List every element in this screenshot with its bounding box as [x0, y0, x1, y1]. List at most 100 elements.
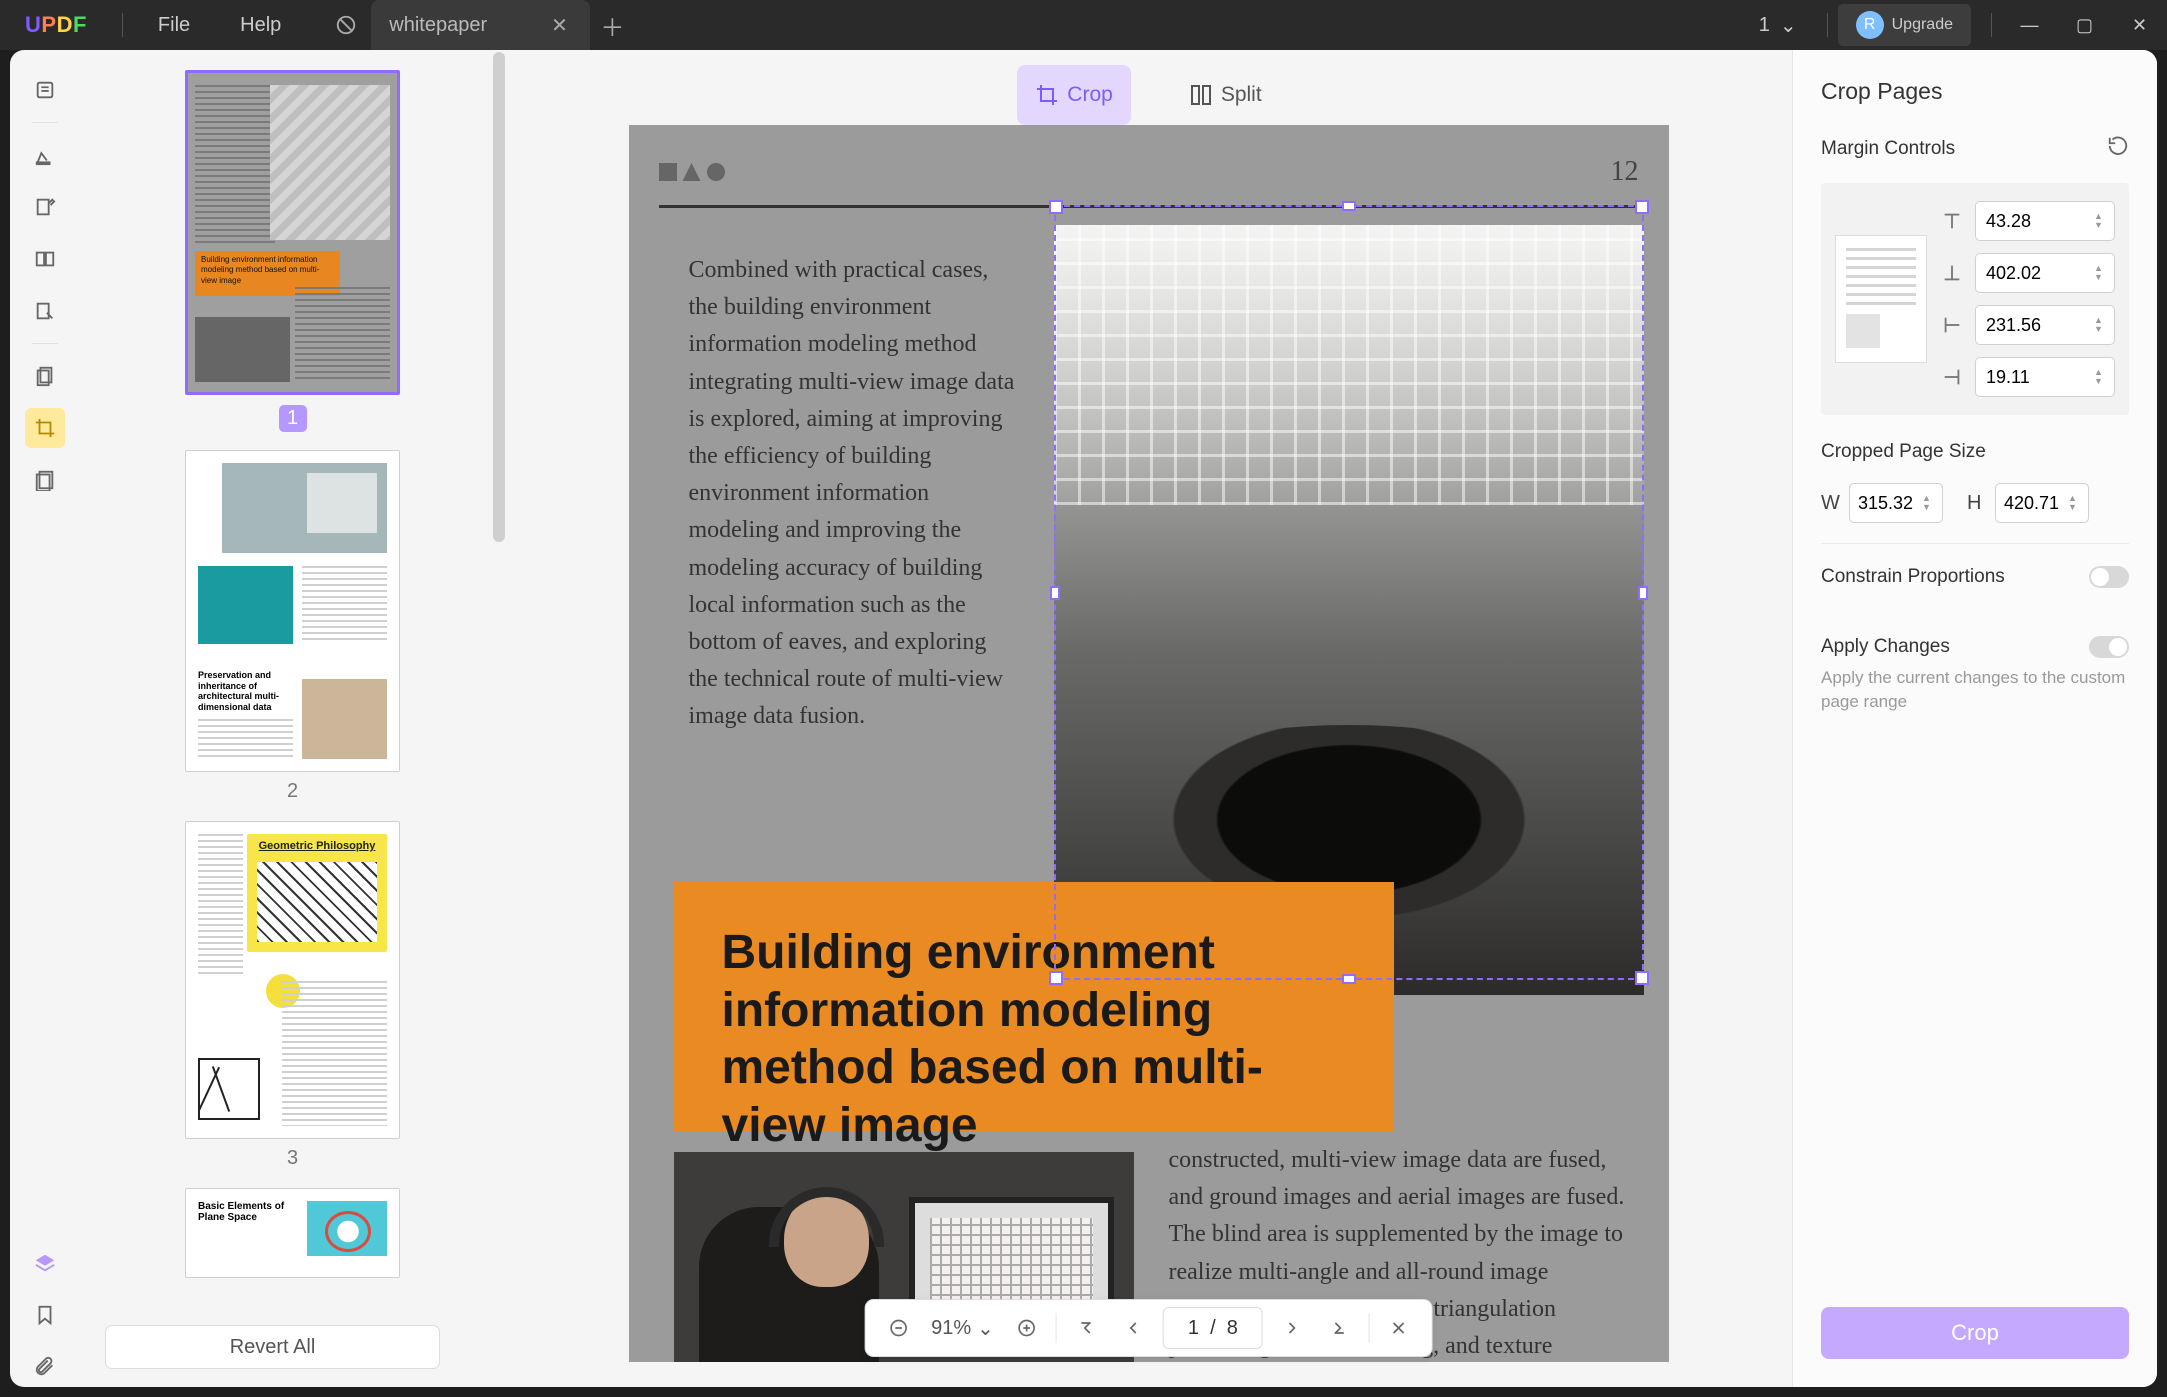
left-tool-rail [10, 50, 80, 1387]
bookmark-icon[interactable] [25, 1295, 65, 1335]
avatar: R [1856, 11, 1884, 39]
attachment-icon[interactable] [25, 1347, 65, 1387]
crop-handle-rm[interactable] [1638, 586, 1648, 600]
thumbnail-scrollbar[interactable] [493, 52, 505, 542]
apply-help-text: Apply the current changes to the custom … [1821, 666, 2129, 714]
upgrade-button[interactable]: R Upgrade [1838, 4, 1971, 46]
margin-left-input[interactable]: 231.56▲▼ [1975, 305, 2115, 345]
crop-handle-tl[interactable] [1049, 200, 1063, 214]
window-minimize[interactable]: — [2002, 0, 2057, 50]
thumbnail-number: 1 [279, 405, 307, 432]
comment-tool-icon[interactable] [25, 135, 65, 175]
divider [1827, 13, 1828, 37]
thumbnail-panel: Building environment information modelin… [80, 50, 505, 1387]
split-mode-button[interactable]: Split [1171, 65, 1280, 125]
workspace: Building environment information modelin… [10, 50, 2157, 1387]
page-number: 12 [1611, 156, 1639, 188]
margin-top-input[interactable]: 43.28▲▼ [1975, 201, 2115, 241]
crop-handle-br[interactable] [1635, 971, 1649, 985]
thumbnail-3[interactable]: Geometric Philosophy 3 [185, 821, 400, 1170]
next-page-button[interactable] [1273, 1307, 1315, 1349]
upgrade-label: Upgrade [1892, 16, 1953, 34]
revert-all-button[interactable]: Revert All [105, 1325, 440, 1369]
crop-mode-button[interactable]: Crop [1017, 65, 1131, 125]
last-page-button[interactable] [1319, 1307, 1361, 1349]
crop-handle-tr[interactable] [1635, 200, 1649, 214]
titlebar: UPDF File Help whitepaper ✕ ＋ 1 ⌄ R Upgr… [0, 0, 2167, 50]
fill-sign-tool-icon[interactable] [25, 291, 65, 331]
menu-help[interactable]: Help [215, 14, 306, 37]
width-input[interactable]: 315.32▲▼ [1849, 483, 1943, 523]
prev-page-button[interactable] [1111, 1307, 1153, 1349]
apply-label: Apply Changes [1821, 636, 1950, 658]
home-tab-icon[interactable] [321, 0, 371, 50]
menu-file[interactable]: File [133, 14, 215, 37]
apply-toggle[interactable] [2089, 636, 2129, 658]
tab-close-icon[interactable]: ✕ [547, 9, 572, 42]
crop-toolbar: Crop Split [1017, 65, 1279, 125]
page-input[interactable]: 1 / 8 [1163, 1307, 1263, 1349]
crop-panel: Crop Pages Margin Controls 43.28▲▼ 402.0… [1792, 50, 2157, 1387]
page-tool-icon[interactable] [25, 356, 65, 396]
crop-handle-bl[interactable] [1049, 971, 1063, 985]
thumbnail-rail: Building environment information modelin… [80, 50, 505, 1387]
zoom-in-button[interactable] [1006, 1307, 1048, 1349]
divider [122, 13, 123, 37]
constrain-toggle[interactable] [2089, 566, 2129, 588]
redact-tool-icon[interactable] [25, 460, 65, 500]
crop-button[interactable]: Crop [1821, 1307, 2129, 1359]
tab-strip: whitepaper ✕ ＋ [321, 0, 635, 50]
margin-box: 43.28▲▼ 402.02▲▼ 231.56▲▼ 19.11▲▼ [1821, 183, 2129, 415]
reset-margins-icon[interactable] [2107, 135, 2129, 163]
viewer-bottom-bar: 91%⌄ 1 / 8 [864, 1299, 1433, 1357]
thumbnail-preview: Geometric Philosophy [185, 821, 400, 1139]
height-input[interactable]: 420.71▲▼ [1995, 483, 2089, 523]
page-scope-dropdown[interactable]: 1 ⌄ [1739, 13, 1817, 38]
width-label: W [1821, 492, 1839, 515]
panel-title: Crop Pages [1821, 78, 2129, 105]
document-tab[interactable]: whitepaper ✕ [371, 0, 590, 50]
divider [1991, 13, 1992, 37]
thumbnail-4[interactable]: Basic Elements of Plane Space [185, 1188, 400, 1278]
crop-handle-bm[interactable] [1342, 974, 1356, 984]
crop-tool-icon[interactable] [25, 408, 65, 448]
close-toolbar-button[interactable] [1378, 1307, 1420, 1349]
split-label: Split [1221, 83, 1262, 107]
chevron-down-icon: ⌄ [1780, 13, 1797, 38]
chevron-down-icon: ⌄ [977, 1316, 994, 1341]
thumbnail-number: 3 [185, 1147, 400, 1170]
page-decor-shapes [659, 163, 725, 181]
thumbnail-1[interactable]: Building environment information modelin… [185, 70, 400, 432]
page-viewer: Crop Split 12 Combined with practical ca… [505, 50, 1792, 1387]
organize-tool-icon[interactable] [25, 239, 65, 279]
margin-preview [1835, 235, 1927, 363]
separator [32, 343, 58, 344]
crop-label: Crop [1067, 83, 1113, 107]
crop-handle-tm[interactable] [1342, 201, 1356, 211]
window-close[interactable]: ✕ [2112, 0, 2167, 50]
thumbnail-preview: Building environment information modelin… [185, 70, 400, 395]
thumbnail-2[interactable]: Preservation and inheritance of architec… [185, 450, 400, 803]
thumbnail-preview: Basic Elements of Plane Space [185, 1188, 400, 1278]
zoom-value[interactable]: 91%⌄ [923, 1316, 1002, 1341]
crop-selection[interactable] [1054, 205, 1644, 980]
margin-bottom-input[interactable]: 402.02▲▼ [1975, 253, 2115, 293]
height-label: H [1967, 492, 1985, 515]
page-canvas[interactable]: 12 Combined with practical cases, the bu… [629, 125, 1669, 1362]
first-page-button[interactable] [1065, 1307, 1107, 1349]
margin-controls-label: Margin Controls [1821, 138, 1955, 160]
zoom-out-button[interactable] [877, 1307, 919, 1349]
new-tab-button[interactable]: ＋ [590, 0, 635, 50]
margin-right-input[interactable]: 19.11▲▼ [1975, 357, 2115, 397]
edit-tool-icon[interactable] [25, 187, 65, 227]
paragraph-1: Combined with practical cases, the build… [689, 252, 1019, 735]
layers-icon[interactable] [25, 1243, 65, 1283]
separator [32, 122, 58, 123]
crop-handle-lm[interactable] [1050, 586, 1060, 600]
reader-tool-icon[interactable] [25, 70, 65, 110]
thumbnail-number: 2 [185, 780, 400, 803]
constrain-label: Constrain Proportions [1821, 566, 2005, 588]
document-tab-title: whitepaper [389, 14, 487, 37]
thumbnail-preview: Preservation and inheritance of architec… [185, 450, 400, 772]
window-maximize[interactable]: ▢ [2057, 0, 2112, 50]
